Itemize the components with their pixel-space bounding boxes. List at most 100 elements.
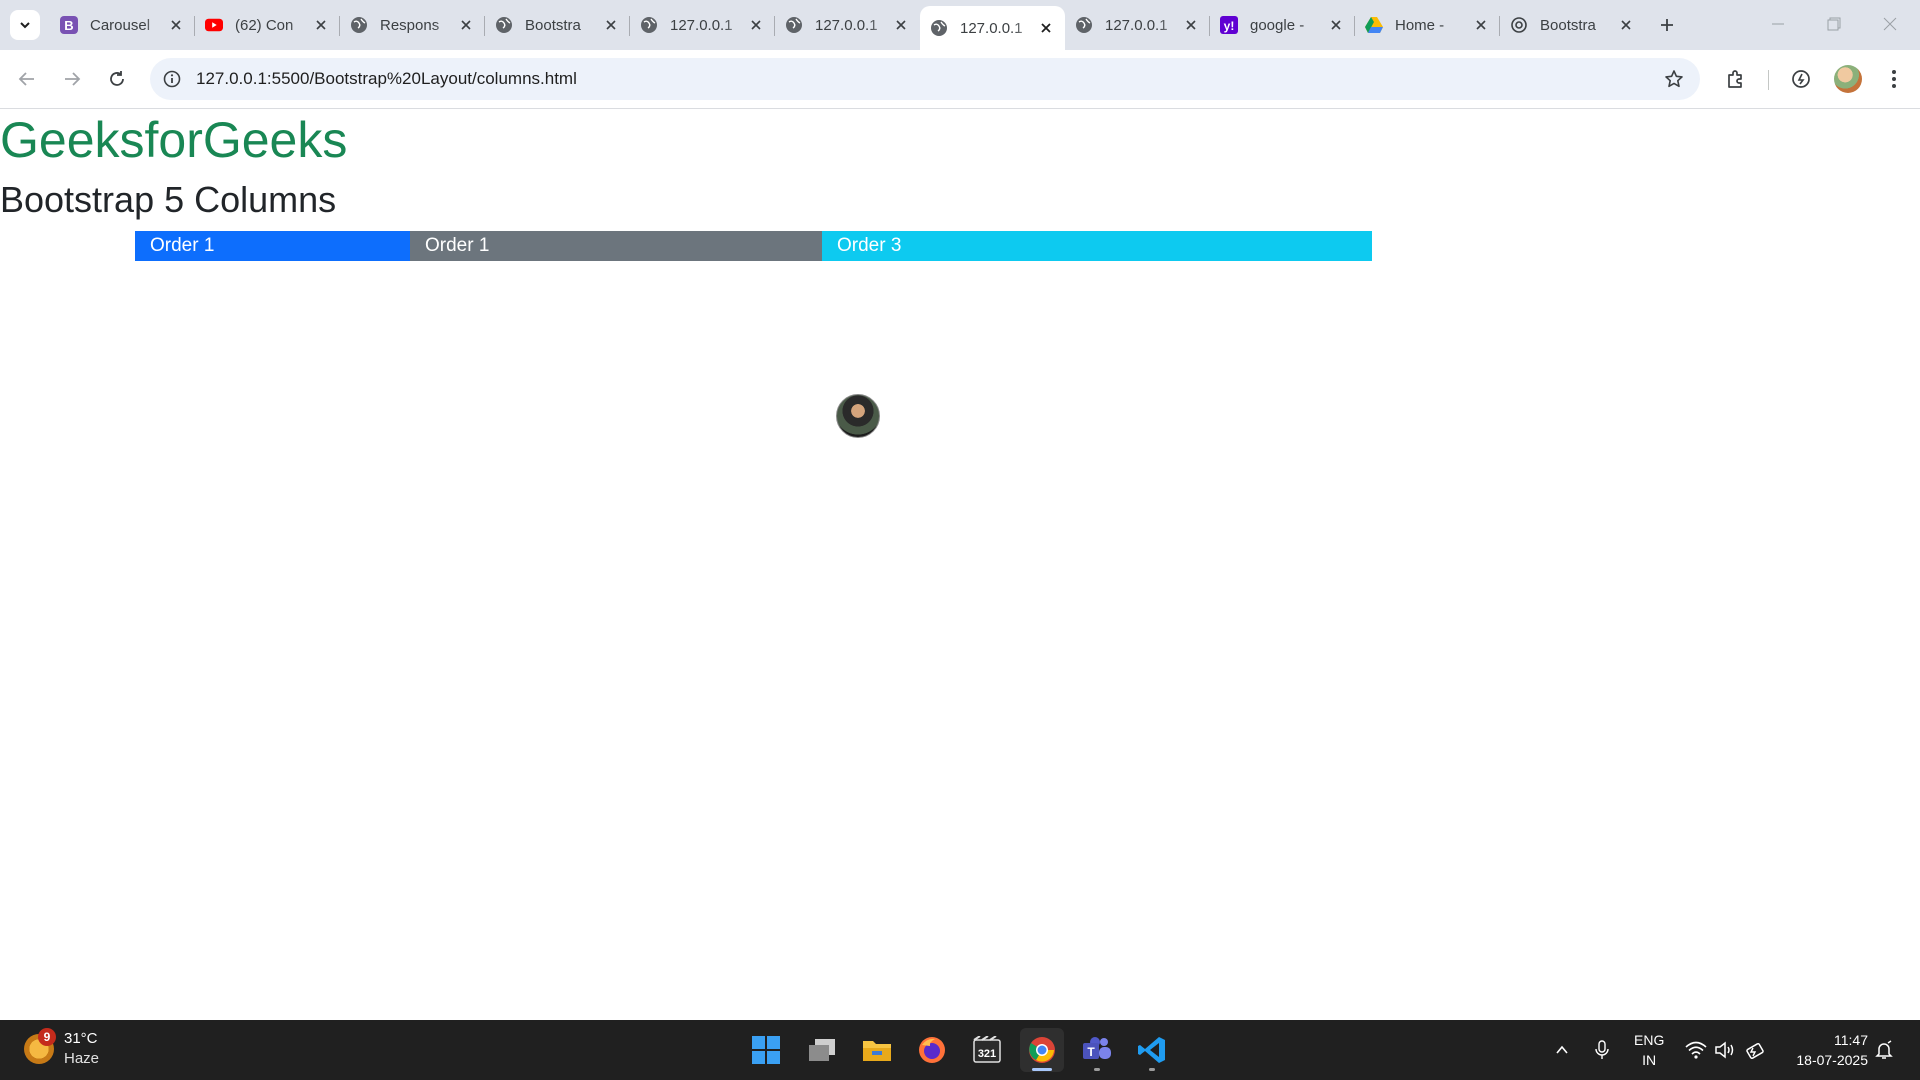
firefox-button[interactable]: [910, 1028, 954, 1072]
floating-avatar: [836, 394, 880, 438]
reload-button[interactable]: [101, 63, 133, 95]
globe-icon: [785, 16, 803, 34]
openai-icon: [1510, 16, 1528, 34]
tab-title: Carousel: [90, 16, 151, 34]
chevron-up-icon: [1556, 1045, 1568, 1054]
language-code: ENG: [1634, 1032, 1665, 1048]
profile-avatar[interactable]: [1834, 65, 1862, 93]
close-icon[interactable]: [892, 16, 910, 34]
tab-title: 127.0.0.1: [670, 16, 733, 34]
puzzle-icon: [1728, 70, 1742, 88]
minimize-button[interactable]: [1750, 0, 1806, 48]
yahoo-icon: y!: [1220, 16, 1238, 34]
close-icon[interactable]: [457, 16, 475, 34]
microphone-icon: [1595, 1040, 1609, 1059]
arrow-right-icon: [65, 72, 81, 86]
microphone-button[interactable]: [1590, 1038, 1614, 1062]
tab-title: 127.0.0.1: [1105, 16, 1168, 34]
battery-button[interactable]: [1744, 1038, 1768, 1062]
svg-text:321: 321: [978, 1048, 996, 1060]
tab-title: 127.0.0.1: [815, 16, 878, 34]
columns-row: Order 1 Order 1 Order 3: [135, 231, 1372, 261]
browser-tab[interactable]: (62) Con: [195, 6, 340, 44]
extensions-button[interactable]: [1720, 63, 1752, 95]
browser-tab[interactable]: Bootstra: [485, 6, 630, 44]
url-text[interactable]: 127.0.0.1:5500/Bootstrap%20Layout/column…: [196, 69, 577, 89]
teams-button[interactable]: T: [1075, 1028, 1119, 1072]
weather-condition[interactable]: Haze: [64, 1050, 99, 1067]
volume-button[interactable]: [1714, 1038, 1738, 1062]
bootstrap-icon: B: [60, 16, 78, 34]
performance-button[interactable]: [1785, 63, 1817, 95]
tab-title: 127.0.0.1: [960, 19, 1023, 37]
close-icon[interactable]: [1617, 16, 1635, 34]
back-button[interactable]: [11, 63, 43, 95]
calendar-icon: 321: [973, 1036, 1001, 1063]
vscode-button[interactable]: [1130, 1028, 1174, 1072]
notifications-button[interactable]: [1872, 1038, 1896, 1062]
browser-tab[interactable]: y! google -: [1210, 6, 1355, 44]
weather-temperature[interactable]: 31°C: [64, 1030, 98, 1047]
clock-time: 11:47: [1834, 1032, 1868, 1048]
forward-button[interactable]: [56, 63, 88, 95]
close-icon[interactable]: [602, 16, 620, 34]
system-clock[interactable]: 11:47 18-07-2025: [1786, 1030, 1868, 1070]
more-vertical-icon: [1892, 70, 1896, 88]
minimize-icon: [1772, 23, 1784, 25]
tab-search-button[interactable]: [10, 10, 40, 40]
battery-charging-icon: [1746, 1042, 1764, 1059]
teams-icon: T: [1083, 1037, 1111, 1059]
close-icon: [1883, 17, 1897, 31]
browser-tab[interactable]: Bootstra: [1500, 6, 1645, 44]
close-icon[interactable]: [312, 16, 330, 34]
svg-text:T: T: [1087, 1045, 1095, 1059]
close-window-button[interactable]: [1862, 0, 1918, 48]
globe-icon: [495, 16, 513, 34]
language-indicator[interactable]: ENG IN: [1634, 1030, 1664, 1070]
address-bar[interactable]: 127.0.0.1:5500/Bootstrap%20Layout/column…: [150, 58, 1700, 100]
notification-bell-icon: [1875, 1040, 1893, 1059]
wifi-icon: [1685, 1041, 1707, 1059]
task-view-button[interactable]: [800, 1028, 844, 1072]
bookmark-star-icon[interactable]: [1662, 67, 1686, 91]
chrome-icon: [1029, 1037, 1055, 1063]
app-indicator: [1149, 1068, 1155, 1071]
chrome-button[interactable]: [1020, 1028, 1064, 1072]
clock-date: 18-07-2025: [1796, 1052, 1868, 1068]
folder-icon: [863, 1041, 891, 1061]
browser-tab[interactable]: B Carousel: [50, 6, 195, 44]
menu-button[interactable]: [1878, 63, 1910, 95]
clipchamp-button[interactable]: 321: [965, 1028, 1009, 1072]
close-icon[interactable]: [1037, 19, 1055, 37]
arrow-left-icon: [18, 72, 34, 86]
browser-tab-active[interactable]: 127.0.0.1: [920, 6, 1065, 50]
browser-tab[interactable]: 127.0.0.1: [1065, 6, 1210, 44]
file-explorer-button[interactable]: [855, 1028, 899, 1072]
browser-tab[interactable]: Respons: [340, 6, 485, 44]
youtube-icon: [205, 16, 223, 34]
show-hidden-icons-button[interactable]: [1550, 1038, 1574, 1062]
globe-icon: [1075, 16, 1093, 34]
speaker-icon: [1715, 1041, 1734, 1059]
browser-tab[interactable]: 127.0.0.1: [630, 6, 775, 44]
new-tab-button[interactable]: [1652, 10, 1682, 40]
site-info-icon[interactable]: [160, 67, 184, 91]
language-region: IN: [1642, 1052, 1657, 1068]
close-icon[interactable]: [747, 16, 765, 34]
close-icon[interactable]: [1182, 16, 1200, 34]
browser-tab[interactable]: 127.0.0.1: [775, 6, 920, 44]
close-icon[interactable]: [1327, 16, 1345, 34]
globe-icon: [350, 16, 368, 34]
chevron-down-icon: [20, 22, 30, 29]
start-button[interactable]: [744, 1028, 788, 1072]
speedometer-icon: [1792, 70, 1810, 88]
close-icon[interactable]: [167, 16, 185, 34]
restore-button[interactable]: [1806, 0, 1862, 48]
google-drive-icon: [1365, 16, 1383, 34]
tab-title: Home -: [1395, 16, 1445, 34]
taskbar: 9 31°C Haze 321 T ENG IN 11:47 18-07-202…: [0, 1020, 1920, 1080]
close-icon[interactable]: [1472, 16, 1490, 34]
wifi-button[interactable]: [1684, 1038, 1708, 1062]
globe-icon: [930, 19, 948, 37]
browser-tab[interactable]: Home -: [1355, 6, 1500, 44]
